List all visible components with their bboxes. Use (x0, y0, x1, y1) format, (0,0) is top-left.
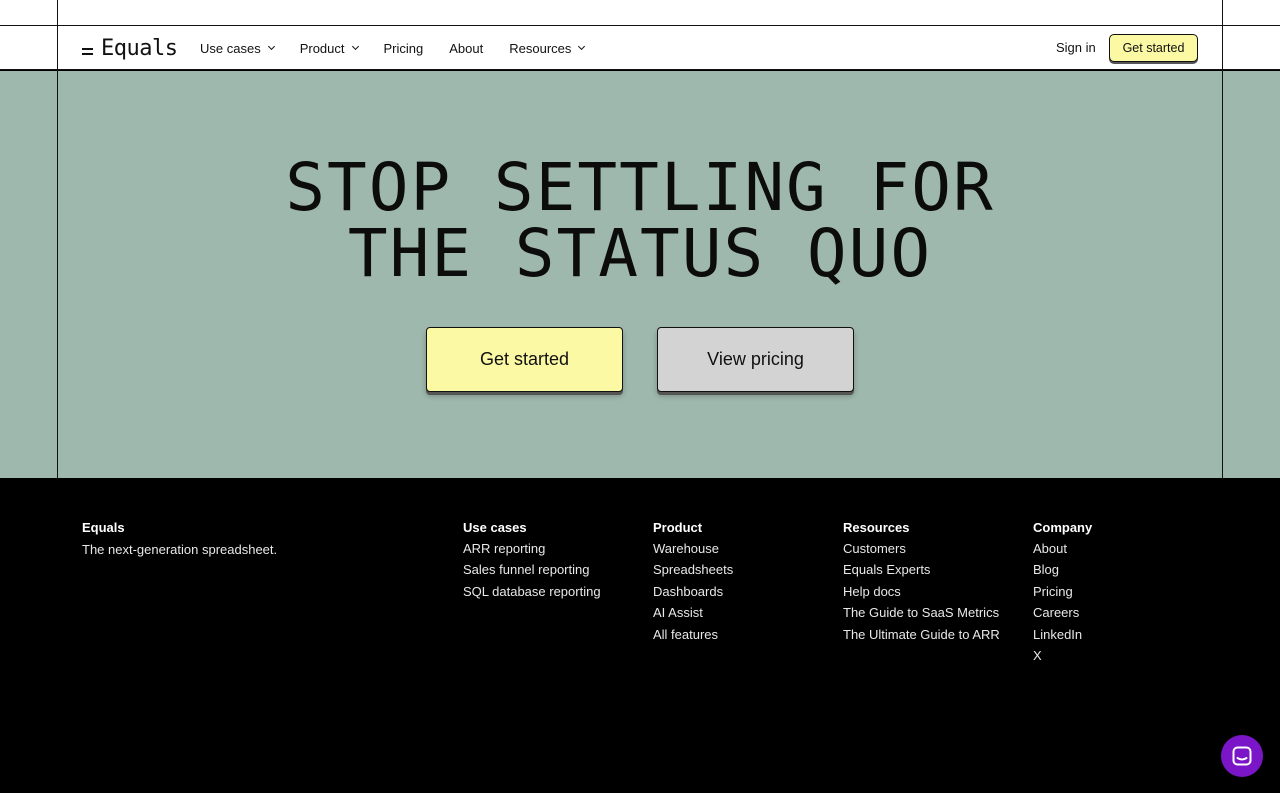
footer-link[interactable]: Dashboards (653, 584, 733, 606)
nav-item-pricing[interactable]: Pricing (384, 41, 424, 56)
footer-link[interactable]: About (1033, 541, 1092, 563)
footer-brand: Equals The next-generation spreadsheet. (82, 520, 278, 558)
footer-link[interactable]: Equals Experts (843, 563, 1000, 584)
hero-get-started-button[interactable]: Get started (426, 327, 623, 392)
footer-column-use-cases: Use cases ARR reporting Sales funnel rep… (463, 521, 601, 606)
footer-tagline: The next-generation spreadsheet. (82, 542, 278, 557)
hero-headline-line-2: THE STATUS QUO (347, 215, 933, 292)
footer-column-company: Company About Blog Pricing Careers Linke… (1033, 521, 1092, 670)
footer-link[interactable]: All features (653, 627, 733, 649)
nav-item-label: Product (299, 40, 345, 56)
hero-section: STOP SETTLING FOR THE STATUS QUO Get sta… (0, 71, 1280, 478)
footer-link[interactable]: X (1033, 648, 1092, 670)
nav-item-about[interactable]: About (449, 41, 483, 56)
nav-get-started-button[interactable]: Get started (1109, 34, 1198, 62)
nav-item-label: About (449, 40, 484, 56)
footer-column-resources: Resources Customers Equals Experts Help … (843, 521, 1000, 649)
nav-item-label: Resources (509, 40, 572, 56)
nav-item-product[interactable]: Product (299, 40, 359, 56)
footer-link[interactable]: Careers (1033, 606, 1092, 627)
logo-text: Equals (101, 35, 178, 61)
chevron-down-icon (351, 42, 359, 51)
footer-link[interactable]: The Ultimate Guide to ARR (843, 627, 1000, 649)
footer-link[interactable]: ARR reporting (463, 541, 601, 563)
hero-headline-line-1: STOP SETTLING FOR (285, 149, 995, 226)
footer-link[interactable]: The Guide to SaaS Metrics (843, 606, 1000, 627)
footer-link[interactable]: Spreadsheets (653, 563, 733, 584)
footer-column-product: Product Warehouse Spreadsheets Dashboard… (653, 521, 733, 649)
chevron-down-icon (267, 42, 275, 51)
footer-link[interactable]: Pricing (1033, 584, 1092, 606)
nav-item-label: Use cases (200, 40, 261, 56)
top-navigation: Equals Use cases Product Pricing About R… (0, 26, 1280, 70)
footer-link[interactable]: Customers (843, 541, 1000, 563)
footer-column-title: Use cases (463, 520, 527, 535)
frame-line-right (1222, 0, 1223, 478)
footer-link[interactable]: Blog (1033, 563, 1092, 584)
chat-icon (1232, 746, 1252, 766)
footer-link[interactable]: SQL database reporting (463, 584, 601, 606)
hero-headline: STOP SETTLING FOR THE STATUS QUO (0, 155, 1280, 287)
nav-item-use-cases[interactable]: Use cases (200, 40, 275, 56)
nav-links: Use cases Product Pricing About Resource… (200, 26, 610, 70)
footer-column-title: Resources (843, 520, 910, 535)
footer-link[interactable]: AI Assist (653, 606, 733, 627)
nav-item-resources[interactable]: Resources (509, 40, 586, 56)
footer: Equals The next-generation spreadsheet. … (0, 478, 1280, 793)
footer-column-title: Company (1033, 520, 1093, 535)
hero-view-pricing-button[interactable]: View pricing (657, 327, 854, 392)
sign-in-link[interactable]: Sign in (1056, 40, 1096, 55)
footer-brand-title: Equals (82, 520, 125, 535)
chat-launcher-button[interactable] (1221, 735, 1263, 777)
nav-item-label: Pricing (383, 40, 424, 56)
footer-link[interactable]: Sales funnel reporting (463, 563, 601, 584)
top-strip (0, 0, 1280, 26)
equals-logo-icon (82, 47, 93, 55)
footer-column-title: Product (653, 520, 703, 535)
chevron-down-icon (578, 42, 586, 51)
logo[interactable]: Equals (82, 34, 178, 62)
frame-line-left (57, 0, 58, 478)
footer-link[interactable]: Help docs (843, 584, 1000, 606)
footer-link[interactable]: Warehouse (653, 541, 733, 563)
footer-link[interactable]: LinkedIn (1033, 627, 1092, 649)
